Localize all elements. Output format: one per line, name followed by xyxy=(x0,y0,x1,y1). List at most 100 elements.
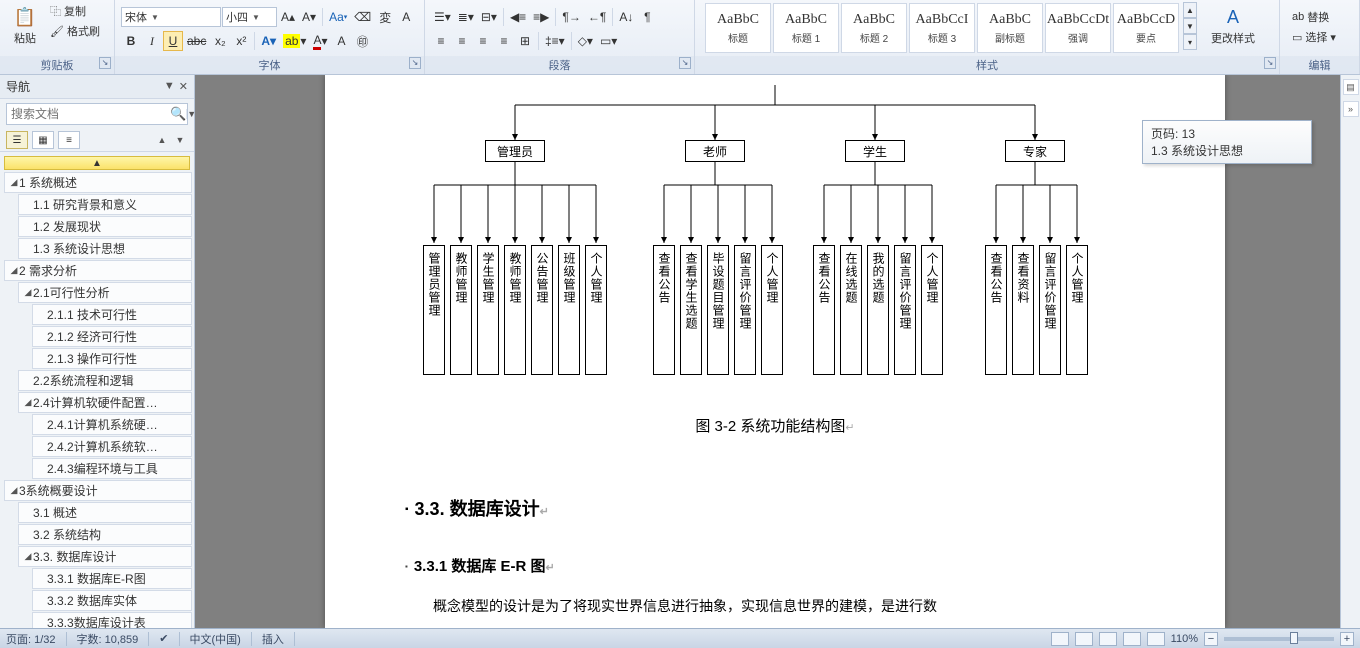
style-item[interactable]: AaBbCcDt强调 xyxy=(1045,3,1111,53)
subscript-button[interactable]: x₂ xyxy=(210,31,230,51)
gallery-more-icon[interactable]: ▾ xyxy=(1183,34,1197,50)
tree-item[interactable]: 2.4.2计算机系统软… xyxy=(32,436,192,457)
style-item[interactable]: AaBbC标题 xyxy=(705,3,771,53)
tree-item[interactable]: ◢2 需求分析 xyxy=(4,260,192,281)
nav-view-headings[interactable]: ☰ xyxy=(6,131,28,149)
align-center-button[interactable]: ≡ xyxy=(452,31,472,51)
bullets-button[interactable]: ☰▾ xyxy=(431,7,454,27)
tree-twisty-icon[interactable]: ◢ xyxy=(9,177,19,188)
zoom-thumb[interactable] xyxy=(1290,632,1298,644)
tree-item[interactable]: 2.1.2 经济可行性 xyxy=(32,326,192,347)
shading-button[interactable]: ◇▾ xyxy=(575,31,596,51)
zoom-in-button[interactable]: + xyxy=(1340,632,1354,646)
style-item[interactable]: AaBbCcD要点 xyxy=(1113,3,1179,53)
chevron-up-icon[interactable]: ▲ xyxy=(1183,2,1197,18)
dialog-launcher-icon[interactable]: ↘ xyxy=(409,57,421,69)
tree-item[interactable]: ◢3.3. 数据库设计 xyxy=(18,546,192,567)
nav-tree[interactable]: ▲ ◢1 系统概述1.1 研究背景和意义1.2 发展现状1.3 系统设计思想◢2… xyxy=(0,152,194,628)
tree-item[interactable]: 3.1 概述 xyxy=(18,502,192,523)
ruler-toggle-icon[interactable]: ▤ xyxy=(1343,79,1359,95)
text-effects-button[interactable]: A▾ xyxy=(258,31,279,51)
font-color-button[interactable]: A▾ xyxy=(310,31,330,51)
superscript-button[interactable]: x² xyxy=(231,31,251,51)
tree-item[interactable]: 3.3.2 数据库实体 xyxy=(32,590,192,611)
chevron-down-icon[interactable]: ▼ xyxy=(1183,18,1197,34)
status-language[interactable]: 中文(中国) xyxy=(190,631,241,647)
view-fullscreen[interactable] xyxy=(1075,632,1093,646)
nav-search[interactable]: 🔍 ▼ xyxy=(6,103,188,125)
clear-formatting-button[interactable]: ⌫ xyxy=(351,7,374,27)
style-item[interactable]: AaBbC标题 1 xyxy=(773,3,839,53)
chevron-down-icon[interactable]: ▼ xyxy=(164,80,175,93)
bold-button[interactable]: B xyxy=(121,31,141,51)
tree-item[interactable]: 2.1.1 技术可行性 xyxy=(32,304,192,325)
tree-item[interactable]: ◢2.1可行性分析 xyxy=(18,282,192,303)
tree-item[interactable]: ◢2.4计算机软硬件配置… xyxy=(18,392,192,413)
nav-collapse-bar[interactable]: ▲ xyxy=(4,156,190,170)
shrink-font-button[interactable]: A▾ xyxy=(299,7,319,27)
tree-twisty-icon[interactable]: ◢ xyxy=(23,551,33,562)
status-words[interactable]: 字数: 10,859 xyxy=(77,631,139,647)
status-insert-mode[interactable]: 插入 xyxy=(262,631,284,647)
distributed-button[interactable]: ⊞ xyxy=(515,31,535,51)
tree-item[interactable]: 3.2 系统结构 xyxy=(18,524,192,545)
expand-icon[interactable]: » xyxy=(1343,101,1359,117)
nav-next-icon[interactable]: ▼ xyxy=(172,132,188,148)
zoom-out-button[interactable]: − xyxy=(1204,632,1218,646)
tree-item[interactable]: 2.4.1计算机系统硬… xyxy=(32,414,192,435)
highlight-button[interactable]: ab▾ xyxy=(280,31,309,51)
italic-button[interactable]: I xyxy=(142,31,162,51)
enclose-char-button[interactable]: ㊞ xyxy=(353,31,373,51)
select-button[interactable]: ▭选择▾ xyxy=(1290,28,1338,46)
change-case-button[interactable]: Aa▾ xyxy=(326,7,350,27)
tree-item[interactable]: 1.2 发展现状 xyxy=(18,216,192,237)
borders-button[interactable]: ▭▾ xyxy=(597,31,620,51)
paste-button[interactable]: 📋 粘贴 xyxy=(6,2,44,48)
phonetic-guide-button[interactable]: 変 xyxy=(375,7,395,27)
tree-item[interactable]: 3.3.3数据库设计表 xyxy=(32,612,192,628)
replace-button[interactable]: ab替换 xyxy=(1290,8,1338,26)
increase-indent-button[interactable]: ≡▶ xyxy=(530,7,552,27)
ltr-button[interactable]: ¶→ xyxy=(559,7,583,27)
tree-item[interactable]: 3.3.1 数据库E-R图 xyxy=(32,568,192,589)
tree-twisty-icon[interactable]: ◢ xyxy=(9,485,19,496)
tree-item[interactable]: ◢3系统概要设计 xyxy=(4,480,192,501)
decrease-indent-button[interactable]: ◀≡ xyxy=(507,7,529,27)
grow-font-button[interactable]: A▴ xyxy=(278,7,298,27)
style-item[interactable]: AaBbC标题 2 xyxy=(841,3,907,53)
multilevel-button[interactable]: ⊟▾ xyxy=(478,7,500,27)
change-styles-button[interactable]: A 更改样式 xyxy=(1205,2,1261,48)
dialog-launcher-icon[interactable]: ↘ xyxy=(99,57,111,69)
style-item[interactable]: AaBbCcI标题 3 xyxy=(909,3,975,53)
justify-button[interactable]: ≡ xyxy=(494,31,514,51)
zoom-slider[interactable] xyxy=(1224,637,1334,641)
view-web[interactable] xyxy=(1099,632,1117,646)
view-print-layout[interactable] xyxy=(1051,632,1069,646)
tree-item[interactable]: 1.3 系统设计思想 xyxy=(18,238,192,259)
view-outline[interactable] xyxy=(1123,632,1141,646)
format-painter-button[interactable]: 🖌格式刷 xyxy=(48,22,102,40)
close-icon[interactable]: ✕ xyxy=(179,80,188,93)
styles-gallery[interactable]: AaBbC标题AaBbC标题 1AaBbC标题 2AaBbCcI标题 3 AaBb… xyxy=(701,2,1183,54)
align-right-button[interactable]: ≡ xyxy=(473,31,493,51)
status-page[interactable]: 页面: 1/32 xyxy=(6,631,56,647)
font-family-combo[interactable]: 宋体▼ xyxy=(121,7,221,27)
gallery-scroll[interactable]: ▲ ▼ ▾ xyxy=(1183,2,1197,50)
underline-button[interactable]: U xyxy=(163,31,183,51)
numbering-button[interactable]: ≣▾ xyxy=(455,7,477,27)
line-spacing-button[interactable]: ‡≡▾ xyxy=(542,31,568,51)
tree-twisty-icon[interactable]: ◢ xyxy=(23,397,33,408)
sort-button[interactable]: A↓ xyxy=(616,7,636,27)
zoom-value[interactable]: 110% xyxy=(1171,633,1198,645)
nav-view-results[interactable]: ≡ xyxy=(58,131,80,149)
character-shading-button[interactable]: A xyxy=(332,31,352,51)
align-left-button[interactable]: ≡ xyxy=(431,31,451,51)
view-draft[interactable] xyxy=(1147,632,1165,646)
rtl-button[interactable]: ←¶ xyxy=(585,7,609,27)
nav-view-pages[interactable]: ▦ xyxy=(32,131,54,149)
tree-item[interactable]: 2.4.3编程环境与工具 xyxy=(32,458,192,479)
nav-prev-icon[interactable]: ▲ xyxy=(154,132,170,148)
search-icon[interactable]: 🔍 xyxy=(170,106,186,122)
character-border-button[interactable]: A xyxy=(396,7,416,27)
copy-button[interactable]: ⿻复制 xyxy=(48,2,102,20)
